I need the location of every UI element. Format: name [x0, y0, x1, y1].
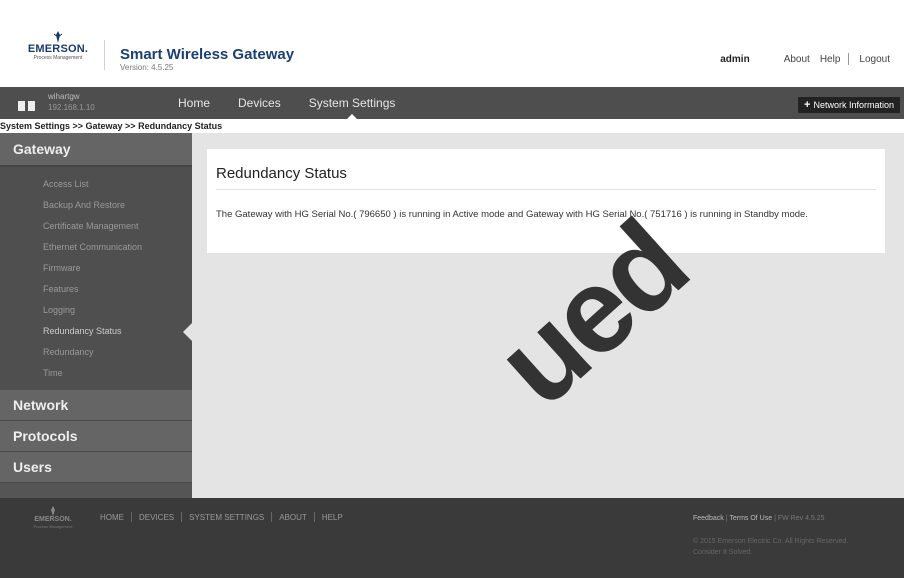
breadcrumb: System Settings >> Gateway >> Redundancy… [0, 119, 904, 133]
main-navbar: wihartgw 192.168.1.10 Home Devices Syste… [0, 87, 904, 120]
sidebar-item-backup-and-restore[interactable]: Backup And Restore [0, 195, 192, 216]
sidebar-item-time[interactable]: Time [0, 363, 192, 384]
copyright: © 2015 Emerson Electric Co. All Rights R… [693, 538, 849, 545]
footer-link-home[interactable]: HOME [100, 513, 124, 522]
logout-link[interactable]: Logout [859, 54, 890, 65]
tagline: Consider It Solved. [693, 549, 753, 556]
footer-link-about[interactable]: ABOUT [279, 513, 307, 522]
footer-links: HOME DEVICES SYSTEM SETTINGS ABOUT HELP [100, 512, 350, 522]
sidebar-item-access-list[interactable]: Access List [0, 174, 192, 195]
sidebar: Gateway Access List Backup And Restore C… [0, 133, 192, 498]
sidebar-item-ethernet-communication[interactable]: Ethernet Communication [0, 237, 192, 258]
nav-system-settings[interactable]: System Settings [309, 96, 395, 120]
emerson-logo[interactable]: EMERSON. Process Management [22, 30, 94, 66]
panel-title: Redundancy Status [216, 165, 347, 182]
plus-icon: + [804, 99, 811, 111]
sidebar-item-certificate-management[interactable]: Certificate Management [0, 216, 192, 237]
sidebar-section-network[interactable]: Network [0, 390, 192, 421]
gateway-ip: 192.168.1.10 [48, 103, 95, 112]
about-link[interactable]: About [784, 54, 810, 65]
header-divider [104, 40, 105, 70]
footer-link-help[interactable]: HELP [322, 513, 343, 522]
panel-divider [216, 189, 876, 190]
terms-of-use-link[interactable]: Terms Of Use [729, 515, 772, 522]
footer-right: Feedback | Terms Of Use | FW Rev 4.5.25 … [693, 513, 848, 558]
sidebar-section-users[interactable]: Users [0, 452, 192, 483]
sidebar-item-firmware[interactable]: Firmware [0, 258, 192, 279]
username: admin [720, 53, 750, 65]
footer-logo-text: EMERSON. [34, 516, 72, 523]
network-information-label: Network Information [813, 100, 894, 110]
footer-logo-icon [51, 506, 55, 516]
footer-separator [181, 512, 183, 522]
emerson-logo-icon [53, 31, 63, 43]
footer-separator [131, 512, 132, 522]
footer: EMERSON. Process Management HOME DEVICES… [0, 498, 904, 578]
logo-text: EMERSON. [27, 43, 89, 55]
help-link[interactable]: Help [820, 54, 841, 65]
redundancy-status-panel: Redundancy Status The Gateway with HG Se… [207, 149, 885, 253]
nav-devices[interactable]: Devices [238, 96, 281, 110]
logo-subtext: Process Management [33, 55, 83, 61]
app-root: EMERSON. Process Management Smart Wirele… [0, 0, 904, 578]
sidebar-section-protocols[interactable]: Protocols [0, 421, 192, 452]
feedback-link[interactable]: Feedback [693, 515, 724, 522]
footer-logo-subtext: Process Management [33, 524, 73, 529]
footer-emerson-logo: EMERSON. Process Management [30, 506, 76, 529]
sidebar-gateway-items: Access List Backup And Restore Certifica… [0, 167, 192, 390]
network-information-button[interactable]: + Network Information [798, 97, 900, 113]
footer-link-system-settings[interactable]: SYSTEM SETTINGS [189, 513, 264, 522]
sidebar-item-redundancy-status[interactable]: Redundancy Status [0, 321, 192, 342]
header: EMERSON. Process Management Smart Wirele… [0, 0, 904, 87]
redundancy-status-message: The Gateway with HG Serial No.( 796650 )… [216, 209, 808, 220]
top-nav: admin About Help Logout [720, 53, 890, 65]
main-nav: Home Devices System Settings [178, 87, 423, 120]
footer-separator [271, 512, 273, 522]
app-title: Smart Wireless Gateway [120, 46, 295, 63]
footer-separator [313, 512, 315, 522]
sidebar-item-redundancy[interactable]: Redundancy [0, 342, 192, 363]
nav-home[interactable]: Home [178, 96, 210, 110]
footer-link-devices[interactable]: DEVICES [139, 513, 174, 522]
firmware-revision: FW Rev 4.5.25 [777, 515, 825, 522]
sidebar-item-features[interactable]: Features [0, 279, 192, 300]
sidebar-section-gateway[interactable]: Gateway [0, 133, 192, 167]
topnav-separator [848, 53, 850, 65]
gateway-icon [18, 98, 38, 111]
main-content: Redundancy Status The Gateway with HG Se… [192, 133, 904, 498]
gateway-name: wihartgw [48, 92, 80, 101]
app-version: Version: 4.5.25 [120, 63, 174, 72]
sidebar-item-logging[interactable]: Logging [0, 300, 192, 321]
